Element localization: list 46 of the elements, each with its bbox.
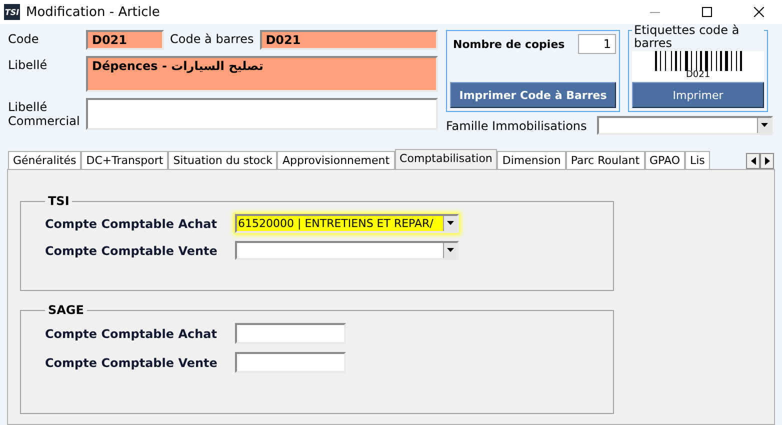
dropdown-arrow-icon bbox=[760, 123, 768, 128]
tab[interactable]: Approvisionnement bbox=[277, 151, 395, 169]
tab[interactable]: Généralités bbox=[8, 151, 82, 169]
copies-field[interactable]: 1 bbox=[578, 34, 616, 54]
account-dropdown[interactable] bbox=[235, 241, 459, 260]
tab[interactable]: Parc Roulant bbox=[566, 151, 645, 169]
code-field[interactable]: D021 bbox=[86, 30, 164, 50]
tab[interactable]: DC+Transport bbox=[81, 151, 168, 169]
account-dropdown[interactable]: 61520000 | ENTRETIENS ET REPAR/ bbox=[235, 214, 459, 233]
tab[interactable]: Lis bbox=[684, 151, 710, 169]
left-arrow-icon bbox=[750, 157, 756, 165]
barcode-label: Code à barres bbox=[170, 31, 254, 46]
field-label: Compte Comptable Achat bbox=[45, 326, 218, 340]
group-title: TSI bbox=[47, 194, 70, 208]
group-title: SAGE bbox=[47, 303, 85, 317]
tab[interactable]: Comptabilisation bbox=[394, 149, 498, 170]
field-label: Compte Comptable Achat bbox=[45, 216, 218, 230]
maximize-icon bbox=[702, 7, 712, 17]
field-label: Compte Comptable Vente bbox=[45, 244, 218, 258]
print-barcode-button[interactable]: Imprimer Code à Barres bbox=[450, 82, 616, 108]
account-field[interactable] bbox=[235, 352, 346, 373]
window-title: Modification - Article bbox=[26, 4, 161, 20]
famille-dropdown[interactable] bbox=[596, 116, 773, 135]
account-field[interactable] bbox=[235, 323, 346, 344]
print-button[interactable]: Imprimer bbox=[632, 82, 764, 108]
labels-panel-title: Etiquettes code à barres bbox=[632, 24, 764, 50]
libelle-commercial-field[interactable] bbox=[86, 98, 438, 130]
copies-label: Nombre de copies bbox=[452, 37, 565, 51]
libelle-label: Libellé bbox=[8, 57, 48, 72]
libelle-commercial-label: Libellé Commercial bbox=[8, 99, 80, 128]
app-icon: TSI bbox=[4, 4, 20, 20]
scroll-right-button[interactable] bbox=[760, 153, 774, 169]
libelle-field[interactable]: Dépences - تصليح السيارات bbox=[86, 56, 438, 92]
right-arrow-icon bbox=[764, 157, 770, 165]
dropdown-arrow-icon bbox=[447, 248, 454, 253]
barcode-icon bbox=[654, 51, 742, 71]
tab[interactable]: Situation du stock bbox=[168, 151, 278, 169]
tab[interactable]: GPAO bbox=[644, 151, 685, 169]
scroll-left-button[interactable] bbox=[746, 153, 760, 169]
famille-label: Famille Immobilisations bbox=[446, 118, 587, 132]
field-label: Compte Comptable Vente bbox=[45, 356, 218, 370]
dropdown-arrow-icon bbox=[447, 221, 454, 226]
close-icon bbox=[754, 7, 764, 17]
tab[interactable]: Dimension bbox=[497, 151, 566, 169]
code-label: Code bbox=[8, 31, 40, 46]
barcode-field[interactable]: D021 bbox=[260, 30, 438, 50]
